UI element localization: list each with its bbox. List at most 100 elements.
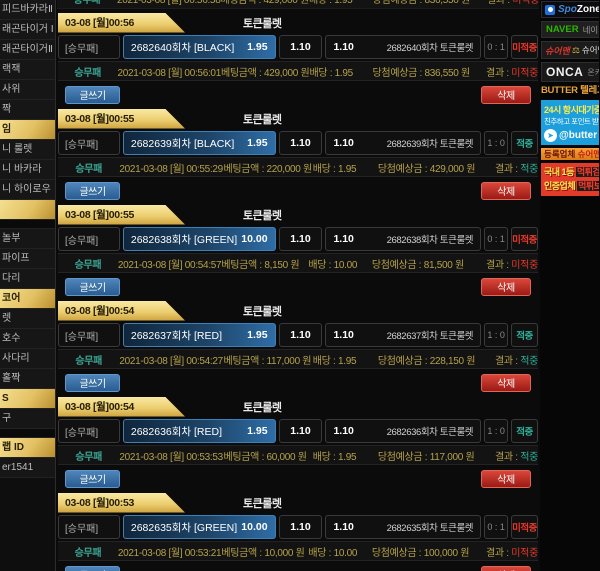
write-post-button[interactable]: 글쓰기 — [65, 86, 120, 104]
selected-pick-box[interactable]: 2682638회차 [GREEN] 10.00 — [123, 227, 276, 251]
bet-type-box: [승무패] — [58, 515, 120, 539]
write-post-button[interactable]: 글쓰기 — [65, 182, 120, 200]
telegram-line1: 24시 항시대기중 — [544, 103, 599, 116]
sidebar-item[interactable]: 피드바카라Ⅱ — [0, 0, 55, 20]
banner-spozone[interactable]: Spo Zone — [541, 1, 599, 18]
bet-amount: 베팅금액 : 429,000 원 — [221, 64, 309, 79]
game-title: 토큰룰렛 — [243, 15, 281, 31]
selected-pick-box[interactable]: 2682639회차 [BLACK] 1.95 — [123, 131, 276, 155]
bet-type-label: 승무패 — [58, 64, 117, 79]
banner-butter-telegram-title[interactable]: BUTTER 텔레그램 — [541, 85, 599, 97]
selected-pick-box[interactable]: 2682640회차 [BLACK] 1.95 — [123, 35, 276, 59]
odds-box-draw[interactable]: 1.10 — [279, 131, 323, 155]
bet-type-box: [승무패] — [58, 131, 120, 155]
bet-history-main: 승무패 2021-03-08 [월] 00:56:58 베팅금액 : 429,0… — [56, 0, 540, 571]
sidebar-item[interactable]: 사다리 — [0, 349, 55, 369]
banner-telegram[interactable]: 24시 항시대기중 친추하고 포인트 받자 ➤ @butter — [541, 100, 599, 145]
sidebar-item[interactable]: 니 하이로우 — [0, 180, 55, 200]
odds-box-draw[interactable]: 1.10 — [279, 323, 323, 347]
sidebar-item[interactable]: 파이프 — [0, 249, 55, 269]
bet-type-label: 승무패 — [58, 256, 118, 271]
score-box: 1 : 0 — [484, 419, 508, 443]
sidebar-item[interactable]: 코어 — [0, 289, 55, 309]
sidebar-item[interactable]: 랩 ID — [0, 438, 55, 458]
selected-pick-box[interactable]: 2682636회차 [RED] 1.95 — [123, 419, 276, 443]
date-time-badge: 03-08 [월]00:54 — [58, 301, 185, 321]
bet-expected-win: 당첨예상금 : 429,000 원 — [378, 160, 495, 175]
match-name: 2682636회차 토큰룰렛 — [387, 424, 473, 438]
bet-type-box: [승무패] — [58, 323, 120, 347]
sidebar-item[interactable]: 니 바카라 — [0, 160, 55, 180]
sidebar-item[interactable]: 랙잭 — [0, 60, 55, 80]
bet-expected-win: 당첨예상금 : 100,000 원 — [372, 544, 486, 559]
match-name: 2682638회차 토큰룰렛 — [387, 232, 473, 246]
sidebar-item[interactable]: 호수 — [0, 329, 55, 349]
detail-row: 승무패 2021-03-08 [월] 00:56:58 베팅금액 : 429,0… — [57, 0, 539, 8]
delete-button[interactable]: 삭제 — [481, 374, 531, 392]
selected-pick-box[interactable]: 2682637회차 [RED] 1.95 — [123, 323, 276, 347]
telegram-line2: 친추하고 포인트 받자 — [544, 116, 599, 127]
bet-datetime: 2021-03-08 [월] 00:56:01 — [117, 64, 221, 79]
match-info-box: 1.10 2682637회차 토큰룰렛 — [325, 323, 481, 347]
bet-result: 결과 : 적중 — [495, 352, 538, 367]
delete-button[interactable]: 삭제 — [481, 470, 531, 488]
sidebar-item[interactable] — [0, 200, 55, 220]
bet-expected-win: 당첨예상금 : 228,150 원 — [378, 352, 495, 367]
sidebar-item[interactable]: 놀부 — [0, 229, 55, 249]
sidebar-item[interactable]: 다리 — [0, 269, 55, 289]
odds-box-draw[interactable]: 1.10 — [279, 515, 323, 539]
odds-box-draw[interactable]: 1.10 — [279, 419, 323, 443]
banner-onca[interactable]: ONCA 온카 — [541, 62, 599, 82]
sidebar-item[interactable]: 래곤타이거Ⅱ — [0, 40, 55, 60]
delete-button[interactable]: 삭제 — [481, 566, 531, 571]
date-time-badge: 03-08 [월]00:56 — [58, 13, 185, 33]
sidebar-gap — [0, 429, 55, 438]
bet-expected-win: 당첨예상금 : 117,000 원 — [378, 448, 495, 463]
sidebar-item[interactable]: 래곤타이거 Ⅰ — [0, 20, 55, 40]
score-box: 0 : 1 — [484, 227, 508, 251]
bet-odds: 배당 : 10.00 — [308, 256, 371, 271]
game-title: 토큰룰렛 — [243, 399, 281, 415]
result-badge: 미적중 — [511, 515, 538, 539]
sidebar-item[interactable]: 홀짝 — [0, 369, 55, 389]
bet-block: 03-08 [월]00:54 토큰룰렛 [승무패] 2682637회차 [RED… — [58, 300, 538, 393]
delete-button[interactable]: 삭제 — [481, 278, 531, 296]
onca-label: 온카 — [587, 67, 599, 78]
sidebar-item[interactable]: S — [0, 389, 55, 409]
delete-button[interactable]: 삭제 — [481, 86, 531, 104]
match-name: 2682635회차 토큰룰렛 — [387, 520, 473, 534]
match-info-box: 1.10 2682639회차 토큰룰렛 — [325, 131, 481, 155]
write-post-button[interactable]: 글쓰기 — [65, 566, 120, 571]
delete-button[interactable]: 삭제 — [481, 182, 531, 200]
banner-sureman[interactable]: 슈어맨 ⚖ 슈어맨2 — [541, 41, 599, 59]
banner-mukti-verification[interactable]: 국내 1등 먹튀검증 인증업체 먹튀보증 — [541, 163, 599, 196]
odds-box-draw[interactable]: 1.10 — [279, 227, 323, 251]
banner-naver[interactable]: NAVER 네이버 — [541, 21, 599, 38]
left-sidebar: 피드바카라Ⅱ래곤타이거 Ⅰ래곤타이거Ⅱ랙잭사위짝임니 룰렛니 바카라니 하이로우… — [0, 0, 56, 571]
bet-amount: 베팅금액 : 10,000 원 — [221, 544, 308, 559]
bet-datetime: 2021-03-08 [월] 00:53:53 — [119, 448, 223, 463]
game-title: 토큰룰렛 — [243, 207, 281, 223]
app-root: 피드바카라Ⅱ래곤타이거 Ⅰ래곤타이거Ⅱ랙잭사위짝임니 룰렛니 바카라니 하이로우… — [0, 0, 600, 571]
sidebar-item[interactable]: 구 — [0, 409, 55, 429]
sidebar-item[interactable]: 니 룰렛 — [0, 140, 55, 160]
bet-type-box: [승무패] — [58, 419, 120, 443]
bet-datetime: 2021-03-08 [월] 00:54:27 — [119, 352, 223, 367]
date-time-badge: 03-08 [월]00:55 — [58, 109, 185, 129]
sidebar-item[interactable]: 임 — [0, 120, 55, 140]
banner-registered-strip[interactable]: 등록업체 슈어맨 시 — [541, 148, 599, 160]
sidebar-item[interactable]: er1541 — [0, 458, 55, 478]
match-info-box: 1.10 2682638회차 토큰룰렛 — [325, 227, 481, 251]
odds-box-draw[interactable]: 1.10 — [279, 35, 323, 59]
sidebar-item[interactable]: 사위 — [0, 80, 55, 100]
bet-block: 03-08 [월]00:53 토큰룰렛 [승무패] 2682635회차 [GRE… — [58, 492, 538, 571]
write-post-button[interactable]: 글쓰기 — [65, 470, 120, 488]
bet-odds: 배당 : 1.95 — [313, 352, 378, 367]
write-post-button[interactable]: 글쓰기 — [65, 278, 120, 296]
result-badge: 적중 — [511, 419, 538, 443]
sidebar-item[interactable]: 렛 — [0, 309, 55, 329]
selected-pick-box[interactable]: 2682635회차 [GREEN] 10.00 — [123, 515, 276, 539]
game-title: 토큰룰렛 — [243, 111, 281, 127]
write-post-button[interactable]: 글쓰기 — [65, 374, 120, 392]
sidebar-item[interactable]: 짝 — [0, 100, 55, 120]
